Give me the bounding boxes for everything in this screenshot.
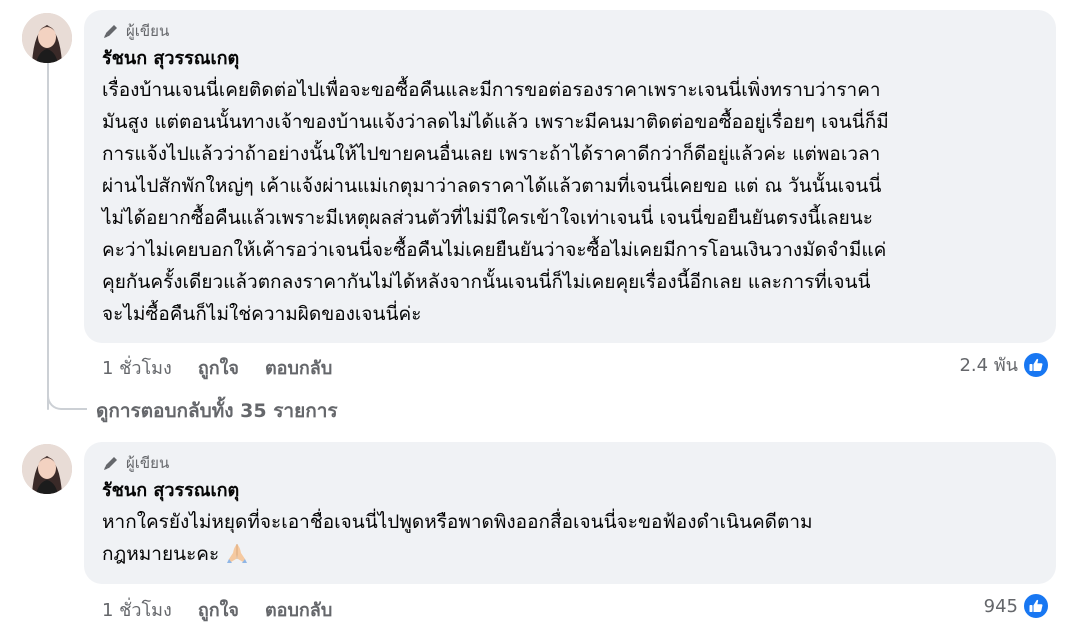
reaction-count: 945: [983, 595, 1018, 617]
author-badge-label: ผู้เขียน: [126, 454, 170, 472]
comment-bubble: ผู้เขียน รัชนก สุวรรณเกตุ เรื่องบ้านเจนน…: [84, 10, 1056, 343]
profile-photo: [22, 13, 72, 63]
comment-text-content: หากใครยังไม่หยุดที่จะเอาชื่อเจนนี่ไปพูดห…: [102, 511, 813, 565]
folded-hands-emoji: [227, 544, 248, 563]
reaction-summary[interactable]: 2.4 พัน: [959, 350, 1050, 379]
profile-photo: [22, 444, 72, 494]
comment-bubble: ผู้เขียน รัชนก สุวรรณเกตุ หากใครยังไม่หย…: [84, 442, 1056, 584]
author-badge: ผู้เขียน: [102, 452, 1038, 474]
like-button[interactable]: ถูกใจ: [198, 595, 239, 624]
avatar[interactable]: [22, 13, 72, 63]
comment-actions: 1 ชั่วโมง ถูกใจ ตอบกลับ: [102, 353, 332, 382]
author-badge-label: ผู้เขียน: [126, 22, 170, 40]
thread-connector: [47, 386, 87, 410]
reaction-count: 2.4 พัน: [959, 355, 1018, 376]
author-name[interactable]: รัชนก สุวรรณเกตุ: [102, 478, 1038, 504]
pencil-icon: [104, 457, 117, 470]
author-name[interactable]: รัชนก สุวรรณเกตุ: [102, 46, 1038, 72]
reaction-summary[interactable]: 945: [984, 592, 1050, 620]
view-replies-link[interactable]: ดูการตอบกลับทั้ง 35 รายการ: [96, 396, 338, 426]
comment-actions: 1 ชั่วโมง ถูกใจ ตอบกลับ: [102, 595, 332, 624]
comment-text: หากใครยังไม่หยุดที่จะเอาชื่อเจนนี่ไปพูดห…: [102, 506, 1038, 570]
timestamp[interactable]: 1 ชั่วโมง: [102, 595, 172, 624]
like-icon: [1022, 350, 1050, 379]
reply-button[interactable]: ตอบกลับ: [265, 353, 332, 382]
avatar[interactable]: [22, 444, 72, 494]
pencil-icon: [104, 25, 117, 38]
reply-button[interactable]: ตอบกลับ: [265, 595, 332, 624]
timestamp[interactable]: 1 ชั่วโมง: [102, 353, 172, 382]
thread-line: [47, 62, 49, 410]
like-button[interactable]: ถูกใจ: [198, 353, 239, 382]
author-badge: ผู้เขียน: [102, 20, 1038, 42]
like-icon: [1022, 592, 1050, 620]
comment-text: เรื่องบ้านเจนนี่เคยติดต่อไปเพื่อจะขอซื้อ…: [102, 79, 889, 325]
